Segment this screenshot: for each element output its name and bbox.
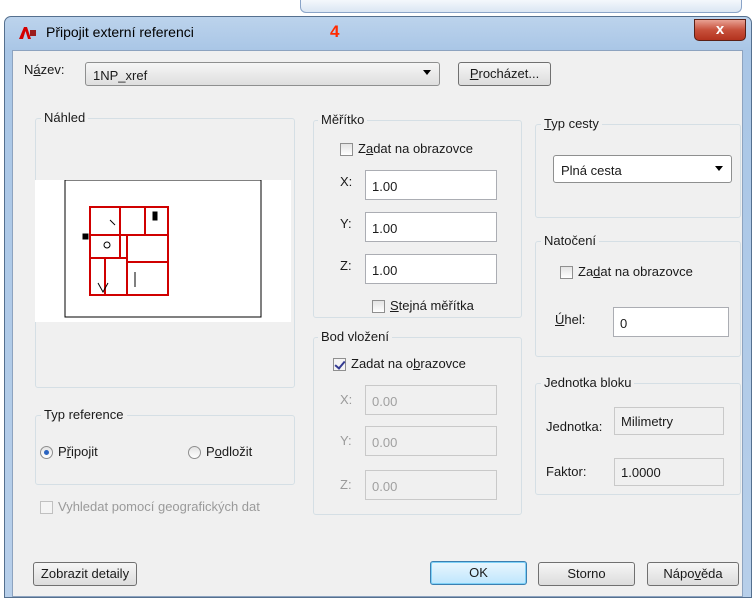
uniform-scale-label: Stejná měřítka [390,298,474,313]
scale-onscreen-label: Zadat na obrazovce [358,141,473,156]
name-label: Název: [24,62,65,77]
reference-type-group-label: Typ reference [41,407,127,422]
insertion-onscreen-checkbox[interactable] [333,358,346,371]
insertion-z-label: Z: [340,477,352,492]
insertion-group-label: Bod vložení [318,329,392,344]
cancel-button[interactable]: Storno [538,562,635,586]
scale-onscreen-checkbox[interactable] [340,143,353,156]
path-type-group-label: Typ cesty [541,116,602,131]
name-value: 1NP_xref [93,68,148,83]
geo-label: Vyhledat pomocí geografických dat [58,499,260,514]
attach-radio[interactable] [40,446,53,459]
window-title: Připojit externí referenci [46,24,194,40]
insertion-y-label: Y: [340,433,352,448]
path-type-dropdown[interactable]: Plná cesta [553,155,732,183]
show-details-button[interactable]: Zobrazit detaily [33,562,137,586]
insertion-z-input[interactable]: 0.00 [365,470,497,500]
scale-z-label: Z: [340,258,352,273]
browse-button[interactable]: Procházet... [458,62,551,86]
geo-checkbox[interactable] [40,501,53,514]
insertion-x-input[interactable]: 0.00 [365,385,497,415]
preview-group-label: Náhled [41,110,89,125]
drawing-thumbnail [64,179,262,318]
insertion-x-label: X: [340,392,353,407]
scale-z-input[interactable]: 1.00 [365,254,497,284]
scale-y-input[interactable]: 1.00 [365,212,497,242]
attach-label: Připojit [58,444,98,459]
name-dropdown[interactable]: 1NP_xref [85,62,440,86]
rotation-group-label: Natočení [541,233,600,248]
unit-label: Jednotka: [546,419,603,434]
factor-value: 1.0000 [614,458,724,486]
background-window-edge [300,0,742,13]
block-unit-group-label: Jednotka bloku [541,375,635,390]
angle-input[interactable]: 0 [613,307,729,337]
ok-button[interactable]: OK [430,561,527,585]
annotation-marker: 4 [330,22,340,41]
rotation-onscreen-checkbox[interactable] [560,266,573,279]
unit-value: Milimetry [614,407,724,435]
scale-x-input[interactable]: 1.00 [365,170,497,200]
angle-label: Úhel: [555,312,586,327]
overlay-label: Podložit [206,444,253,459]
scale-x-label: X: [340,174,353,189]
rotation-onscreen-label: Zadat na obrazovce [578,264,693,279]
close-icon: x [715,21,725,38]
help-button[interactable]: Nápověda [647,562,739,586]
scale-group-label: Měřítko [318,112,368,127]
autocad-app-icon [19,27,36,39]
chevron-down-icon [423,70,431,75]
overlay-radio[interactable] [188,446,201,459]
preview-canvas [35,179,291,322]
scale-y-label: Y: [340,216,352,231]
uniform-scale-checkbox[interactable] [372,300,385,313]
insertion-y-input[interactable]: 0.00 [365,426,497,456]
insertion-onscreen-label: Zadat na obrazovce [351,356,466,371]
factor-label: Faktor: [546,464,587,479]
path-type-value: Plná cesta [561,163,622,178]
close-button[interactable]: x [694,19,746,41]
chevron-down-icon [715,166,723,171]
rotation-group [535,241,741,357]
